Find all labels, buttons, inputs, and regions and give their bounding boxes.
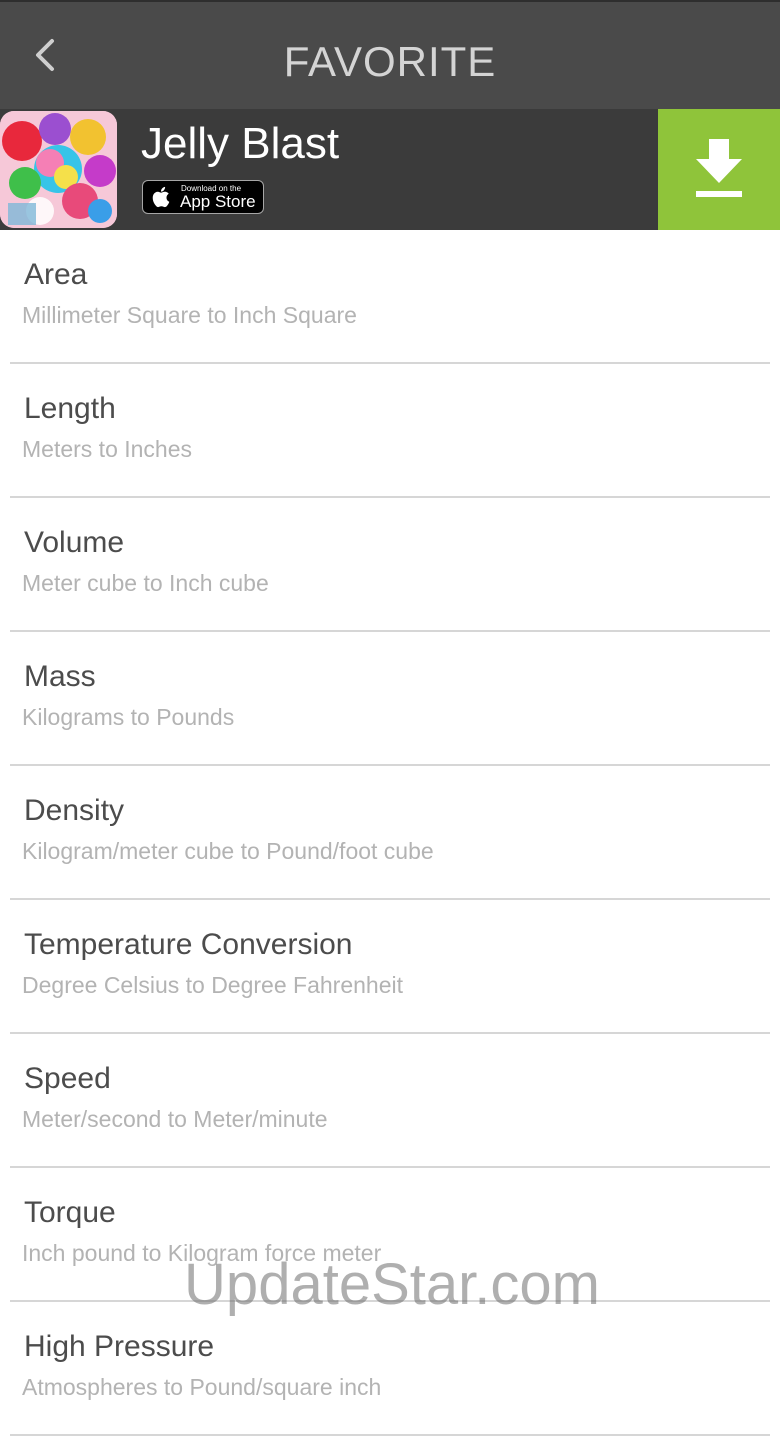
- item-title: Volume: [24, 526, 125, 559]
- item-title: Density: [24, 794, 125, 827]
- item-subtitle: Meters to Inches: [22, 436, 193, 462]
- item-subtitle: Millimeter Square to Inch Square: [22, 302, 357, 328]
- item-title: Mass: [24, 660, 96, 693]
- list-item-torque[interactable]: Torque Inch pound to Kilogram force mete…: [10, 1168, 770, 1302]
- list-item-length[interactable]: Length Meters to Inches: [10, 364, 770, 498]
- list-item-area[interactable]: Area Millimeter Square to Inch Square: [10, 230, 770, 364]
- item-title: Temperature Conversion: [24, 928, 353, 961]
- item-subtitle: Degree Celsius to Degree Fahrenheit: [22, 972, 403, 998]
- app-store-badge[interactable]: Download on the App Store: [142, 180, 264, 214]
- ad-banner[interactable]: Jelly Blast Download on the App Store: [0, 109, 780, 230]
- item-subtitle: Inch pound to Kilogram force meter: [22, 1240, 382, 1266]
- app-icon[interactable]: [0, 111, 117, 228]
- apple-logo-icon: [152, 186, 170, 208]
- item-subtitle: Kilograms to Pounds: [22, 704, 235, 730]
- download-button[interactable]: [658, 109, 780, 230]
- item-title: Torque: [24, 1196, 116, 1229]
- favorites-list: Area Millimeter Square to Inch Square Le…: [0, 230, 780, 1436]
- item-subtitle: Atmospheres to Pound/square inch: [22, 1374, 382, 1400]
- badge-big-text: App Store: [180, 192, 256, 211]
- list-item-high-pressure[interactable]: High Pressure Atmospheres to Pound/squar…: [10, 1302, 770, 1436]
- item-subtitle: Meter/second to Meter/minute: [22, 1106, 328, 1132]
- list-item-density[interactable]: Density Kilogram/meter cube to Pound/foo…: [10, 766, 770, 900]
- list-item-volume[interactable]: Volume Meter cube to Inch cube: [10, 498, 770, 632]
- list-item-speed[interactable]: Speed Meter/second to Meter/minute: [10, 1034, 770, 1168]
- list-item-temperature[interactable]: Temperature Conversion Degree Celsius to…: [10, 900, 770, 1034]
- item-title: Area: [24, 258, 88, 291]
- item-subtitle: Kilogram/meter cube to Pound/foot cube: [22, 838, 434, 864]
- nav-header: FAVORITE: [0, 0, 780, 109]
- page-title: FAVORITE: [283, 38, 497, 85]
- jelly-candy-icon: [0, 111, 117, 228]
- item-title: High Pressure: [24, 1330, 215, 1363]
- ad-app-title: Jelly Blast: [141, 119, 340, 168]
- download-arrow-icon: [696, 139, 742, 197]
- list-item-mass[interactable]: Mass Kilograms to Pounds: [10, 632, 770, 766]
- item-subtitle: Meter cube to Inch cube: [22, 570, 269, 596]
- item-title: Speed: [24, 1062, 111, 1095]
- item-title: Length: [24, 392, 116, 425]
